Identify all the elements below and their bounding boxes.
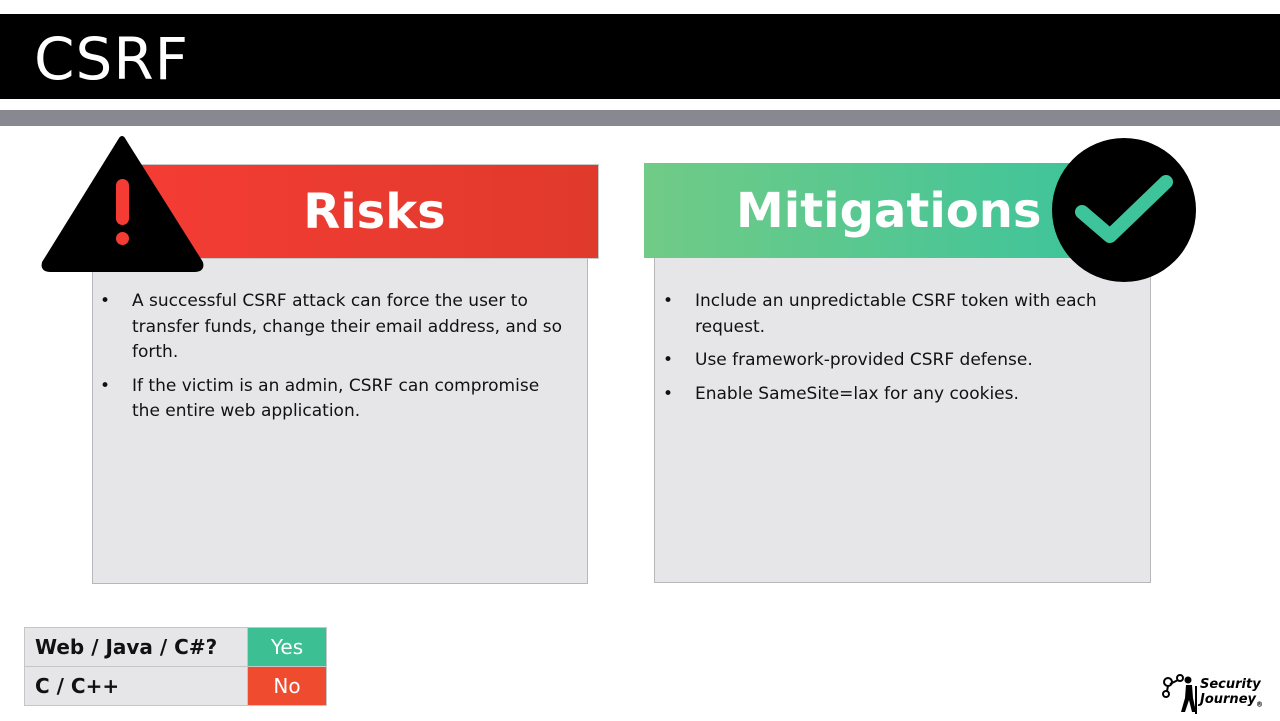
risk-item: If the victim is an admin, CSRF can comp… (94, 374, 564, 425)
mitigation-item: Include an unpredictable CSRF token with… (657, 289, 1117, 340)
checkmark-icon (1052, 138, 1196, 282)
compat-value-no: No (247, 666, 327, 706)
logo-line1: Security (1200, 677, 1261, 692)
mitigation-item: Enable SameSite=lax for any cookies. (657, 382, 1117, 408)
risks-list: A successful CSRF attack can force the u… (94, 289, 564, 433)
compat-value-yes: Yes (247, 627, 327, 667)
compat-label: C / C++ (24, 666, 248, 706)
logo-text: Security Journey® (1200, 677, 1263, 713)
logo-registered-mark: ® (1255, 700, 1263, 709)
table-row: Web / Java / C#? Yes (24, 627, 327, 667)
table-row: C / C++ No (24, 666, 327, 706)
warning-triangle-icon (41, 136, 204, 272)
language-compat-table: Web / Java / C#? Yes C / C++ No (24, 627, 327, 706)
divider-band (0, 110, 1280, 126)
mitigation-item: Use framework-provided CSRF defense. (657, 348, 1117, 374)
hiker-icon (1162, 674, 1197, 714)
compat-label: Web / Java / C#? (24, 627, 248, 667)
risks-heading: Risks (303, 183, 446, 240)
risk-item: A successful CSRF attack can force the u… (94, 289, 564, 366)
mitigations-heading: Mitigations (736, 182, 1042, 239)
security-journey-logo: Security Journey® (1160, 672, 1268, 716)
mitigations-header: Mitigations (644, 163, 1094, 258)
slide-title: CSRF (34, 25, 189, 93)
mitigations-list: Include an unpredictable CSRF token with… (657, 289, 1117, 415)
logo-line2: Journey (1200, 692, 1256, 707)
title-bar: CSRF (0, 14, 1280, 99)
risks-header: Risks (140, 164, 599, 259)
